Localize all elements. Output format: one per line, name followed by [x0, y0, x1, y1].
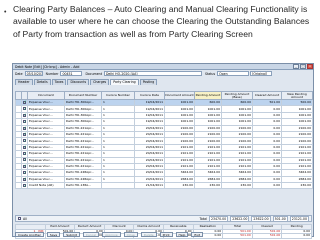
tab-party-clearing[interactable]: Party Clearing: [110, 79, 139, 85]
col-cleared-amount[interactable]: Cleared Amount: [252, 91, 282, 100]
col-new-pending-amount[interactable]: New Pending Amount: [281, 91, 313, 100]
approve-button[interactable]: Approve: [102, 231, 121, 237]
total-new-pending: 23121.00: [289, 215, 309, 222]
row-select-checkbox[interactable]: [23, 145, 27, 149]
status-field[interactable]: Open: [217, 71, 250, 76]
total-pending-base: 23622.00: [251, 215, 271, 222]
party-clearing-grid: Document Document Number Invoice Number …: [15, 91, 313, 190]
col-pending-amount[interactable]: Pending Amount: [194, 91, 222, 100]
tab-details[interactable]: Details: [33, 79, 51, 85]
maximize-button[interactable]: □: [300, 64, 306, 69]
minimize-button[interactable]: _: [293, 64, 299, 69]
delete-button[interactable]: Delete: [140, 231, 157, 237]
row-select-checkbox[interactable]: [23, 133, 27, 136]
document-label: Document: [85, 71, 102, 76]
cell-invoice-number: [101, 182, 135, 190]
total-label: Total: [199, 216, 207, 221]
tab-header[interactable]: Header: [15, 79, 33, 85]
create-another-button[interactable]: Create Another: [15, 231, 44, 237]
date-field[interactable]: 05/10/2011: [24, 71, 43, 76]
exit-button[interactable]: Exit: [191, 231, 204, 237]
cell-document-number: Delhi HO-138A...: [64, 182, 102, 190]
total-cleared: 501.00: [272, 215, 288, 222]
totals-bar: All Total 23470.00 23622.00 23622.00 501…: [15, 215, 312, 222]
row-select-checkbox[interactable]: [23, 164, 27, 168]
row-select-checkbox[interactable]: [23, 177, 27, 181]
row-select-checkbox[interactable]: [23, 107, 27, 111]
number-field[interactable]: 00451: [60, 71, 83, 76]
cell-pending-amount: 230.00: [194, 182, 222, 190]
table-row[interactable]: Credit Note (AR)Delhi HO-138A... 21/04/20…: [15, 182, 313, 190]
date-label: Date: [15, 71, 23, 76]
grid-header-row: Document Document Number Invoice Number …: [15, 91, 313, 100]
select-all-checkbox[interactable]: [18, 217, 21, 220]
help-button[interactable]: Help: [175, 231, 189, 237]
col-document[interactable]: Document: [27, 91, 65, 100]
debit-note-window: Debit Note [Edit] [Ctrlcnp] - Admin - Ad…: [12, 63, 314, 239]
slide-bullet: •: [4, 9, 7, 16]
row-select-checkbox[interactable]: [23, 184, 27, 188]
row-select-checkbox[interactable]: [23, 126, 27, 130]
tab-charges[interactable]: Charges: [90, 79, 110, 85]
header-fields: Date 05/10/2011 Number 00451 Document De…: [13, 70, 313, 77]
submit-button[interactable]: Submit: [63, 231, 80, 237]
tab-taxes[interactable]: Taxes: [51, 79, 67, 85]
window-title: Debit Note [Edit] [Ctrlcnp] - Admin - Ad…: [15, 64, 80, 69]
col-invoice-date[interactable]: Invoice Date: [134, 91, 165, 100]
col-document-amount[interactable]: Document Amount: [164, 91, 195, 100]
document-field[interactable]: Delhi HO-2020-[AA]: [103, 71, 202, 76]
total-pending: 23622.00: [230, 215, 250, 222]
cell-document: Credit Note (AR): [27, 182, 65, 190]
row-select-checkbox[interactable]: [23, 171, 27, 175]
col-pending-amount-base[interactable]: Pending Amount (Base): [221, 91, 253, 100]
row-select-checkbox[interactable]: [23, 120, 27, 124]
close-doc-button[interactable]: Close: [123, 231, 138, 237]
status-label: Status: [204, 71, 216, 76]
total-amount: 23470.00: [208, 215, 229, 222]
col-document-number[interactable]: Document Number: [64, 91, 102, 100]
mode-field: [Original]: [250, 71, 273, 76]
tab-strip: Header Details Taxes Discounts Charges P…: [13, 79, 313, 85]
cancel-button[interactable]: Cancel: [82, 231, 100, 237]
action-bar: Create Another Save Submit Cancel Approv…: [15, 231, 312, 237]
slide-text: Clearing Party Balances – Auto Clearing …: [13, 4, 310, 39]
select-all-label: All: [23, 216, 27, 221]
cell-pending-amount-base: 230.00: [221, 182, 253, 190]
cell-document-amount: 230.00: [164, 182, 195, 190]
print-button[interactable]: Print: [159, 231, 173, 237]
row-select-checkbox[interactable]: [23, 139, 27, 143]
col-invoice-number[interactable]: Invoice Number: [101, 91, 135, 100]
row-select-checkbox[interactable]: [23, 152, 27, 156]
close-button[interactable]: ×: [307, 64, 313, 69]
cell-invoice-date: 21/04/2011: [134, 182, 165, 190]
tab-discounts[interactable]: Discounts: [67, 79, 90, 85]
row-select-checkbox[interactable]: [23, 158, 27, 162]
save-button[interactable]: Save: [46, 231, 61, 237]
row-select-checkbox[interactable]: [23, 101, 27, 104]
cell-cleared-amount[interactable]: 0.00: [252, 182, 282, 190]
number-label: Number: [45, 71, 59, 76]
row-select-checkbox[interactable]: [23, 113, 27, 117]
cell-new-pending-amount: 230.00: [281, 182, 313, 190]
tab-posting[interactable]: Posting: [139, 79, 158, 85]
